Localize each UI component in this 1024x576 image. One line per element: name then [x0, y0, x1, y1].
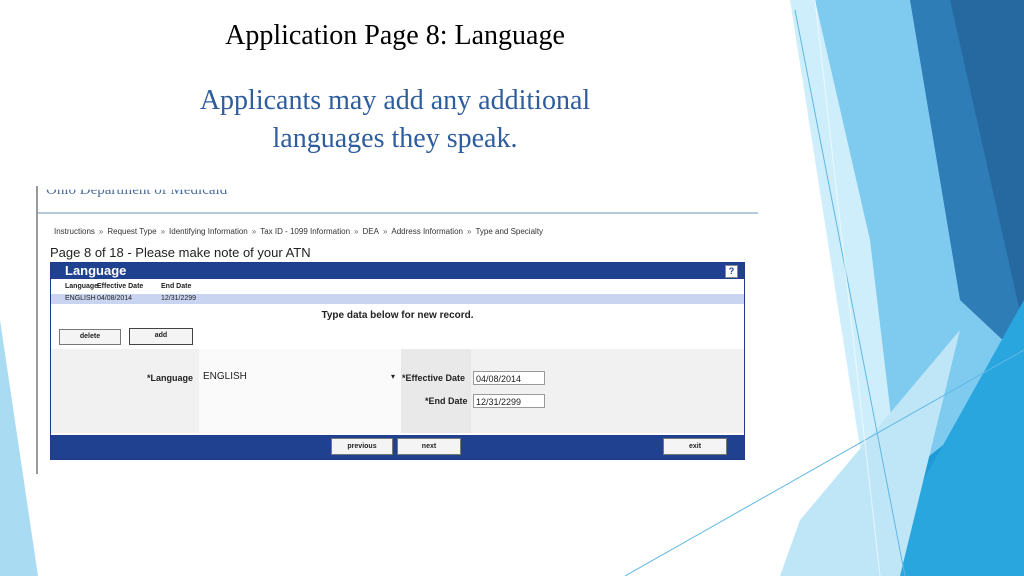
end-date-label: *End Date	[425, 396, 468, 406]
add-button[interactable]: add	[129, 328, 193, 345]
new-record-form: *Language ENGLISH ▾ *Effective Date 04/0…	[51, 349, 744, 433]
slide-subtitle: Applicants may add any additional langua…	[0, 82, 790, 158]
previous-button[interactable]: previous	[331, 438, 393, 455]
table-header: Language Effective Date End Date	[51, 280, 744, 294]
help-icon[interactable]: ?	[725, 265, 738, 278]
header-divider	[38, 212, 758, 214]
breadcrumb-item-tax-id[interactable]: Tax ID - 1099 Information	[260, 227, 350, 236]
cell-end-date: 12/31/2299	[161, 295, 197, 302]
language-select[interactable]: ENGLISH ▾	[203, 371, 395, 384]
effective-date-input[interactable]: 04/08/2014	[473, 371, 545, 385]
panel-footer: previous next exit	[51, 435, 744, 459]
new-record-instruction: Type data below for new record.	[321, 310, 474, 321]
language-panel: Language ? Language Effective Date End D…	[50, 262, 745, 460]
delete-button[interactable]: delete	[59, 329, 121, 345]
form-middle-column	[199, 349, 401, 433]
table-row[interactable]: ENGLISH 04/08/2014 12/31/2299	[51, 294, 744, 304]
breadcrumb: Instructions» Request Type» Identifying In…	[54, 227, 543, 236]
language-select-value: ENGLISH	[203, 371, 247, 382]
column-header-effective-date: Effective Date	[97, 283, 144, 290]
chevron-down-icon[interactable]: ▾	[391, 372, 395, 381]
breadcrumb-item-type-and-specialty[interactable]: Type and Specialty	[475, 227, 543, 236]
left-decor-triangle	[0, 320, 38, 576]
exit-button[interactable]: exit	[663, 438, 727, 455]
end-date-input[interactable]: 12/31/2299	[473, 394, 545, 408]
effective-date-label: *Effective Date	[402, 373, 466, 383]
panel-title: Language	[65, 263, 127, 278]
breadcrumb-item-instructions[interactable]: Instructions	[54, 227, 95, 236]
breadcrumb-item-request-type[interactable]: Request Type	[107, 227, 156, 236]
breadcrumb-item-identifying-information[interactable]: Identifying Information	[169, 227, 248, 236]
breadcrumb-separator: »	[382, 227, 388, 236]
breadcrumb-separator: »	[466, 227, 472, 236]
breadcrumb-item-address-information[interactable]: Address Information	[391, 227, 463, 236]
breadcrumb-separator: »	[251, 227, 257, 236]
cell-effective-date: 04/08/2014	[97, 295, 133, 302]
app-screenshot: Ohio Department of Medicaid Instructions…	[36, 186, 758, 474]
form-label-column	[401, 349, 471, 433]
page-info: Page 8 of 18 - Please make note of your …	[50, 245, 311, 260]
breadcrumb-separator: »	[354, 227, 359, 236]
slide-title: Application Page 8: Language	[225, 20, 565, 51]
breadcrumb-item-dea[interactable]: DEA	[362, 227, 378, 236]
breadcrumb-separator: »	[98, 227, 104, 236]
breadcrumb-separator: »	[160, 227, 166, 236]
slide-subtitle-line-1: Applicants may add any additional	[199, 85, 591, 116]
slide-subtitle-line-2: languages they speak.	[272, 123, 518, 154]
next-button[interactable]: next	[397, 438, 461, 455]
column-header-end-date: End Date	[161, 283, 192, 290]
screenshot-left-border	[36, 186, 38, 474]
language-label: *Language	[147, 373, 194, 383]
cell-language: ENGLISH	[65, 295, 96, 302]
panel-header: Language ?	[51, 263, 744, 279]
department-name: Ohio Department of Medicaid	[46, 186, 228, 198]
column-header-language: Language	[65, 283, 99, 290]
